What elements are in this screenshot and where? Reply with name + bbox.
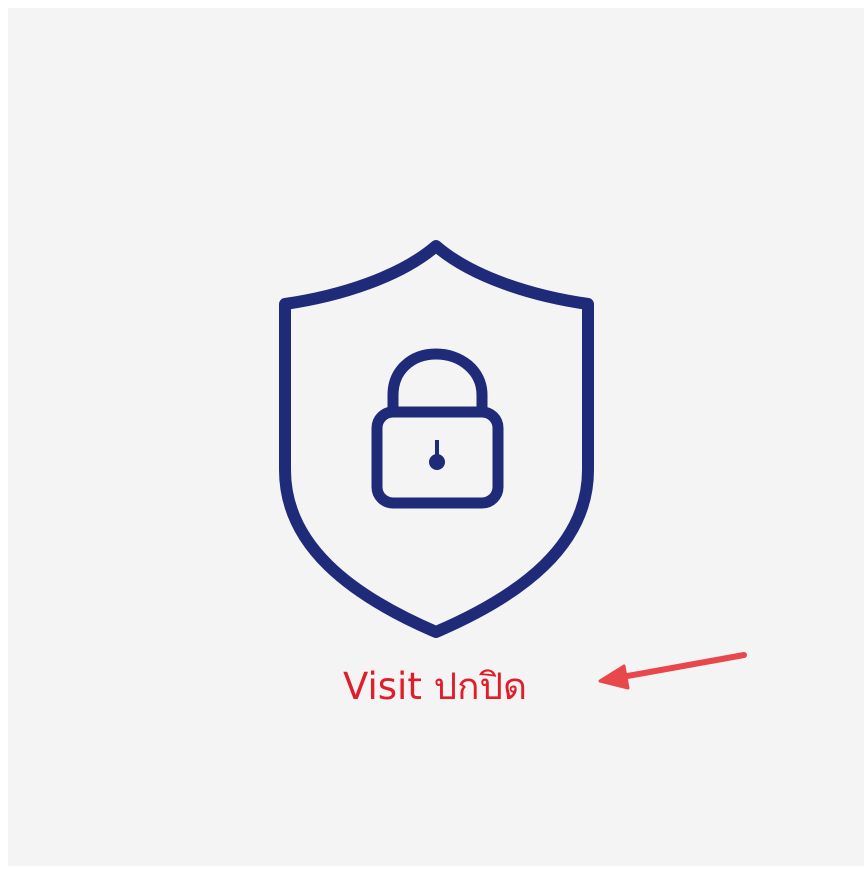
shield-outline: [279, 240, 594, 638]
shield-lock-icon: [279, 240, 594, 638]
lock-shackle: [387, 348, 488, 418]
image-frame: Visit ปกปิด: [0, 0, 864, 871]
keyhole-stem: [435, 440, 439, 460]
caption-text: Visit ปกปิด: [343, 665, 528, 708]
